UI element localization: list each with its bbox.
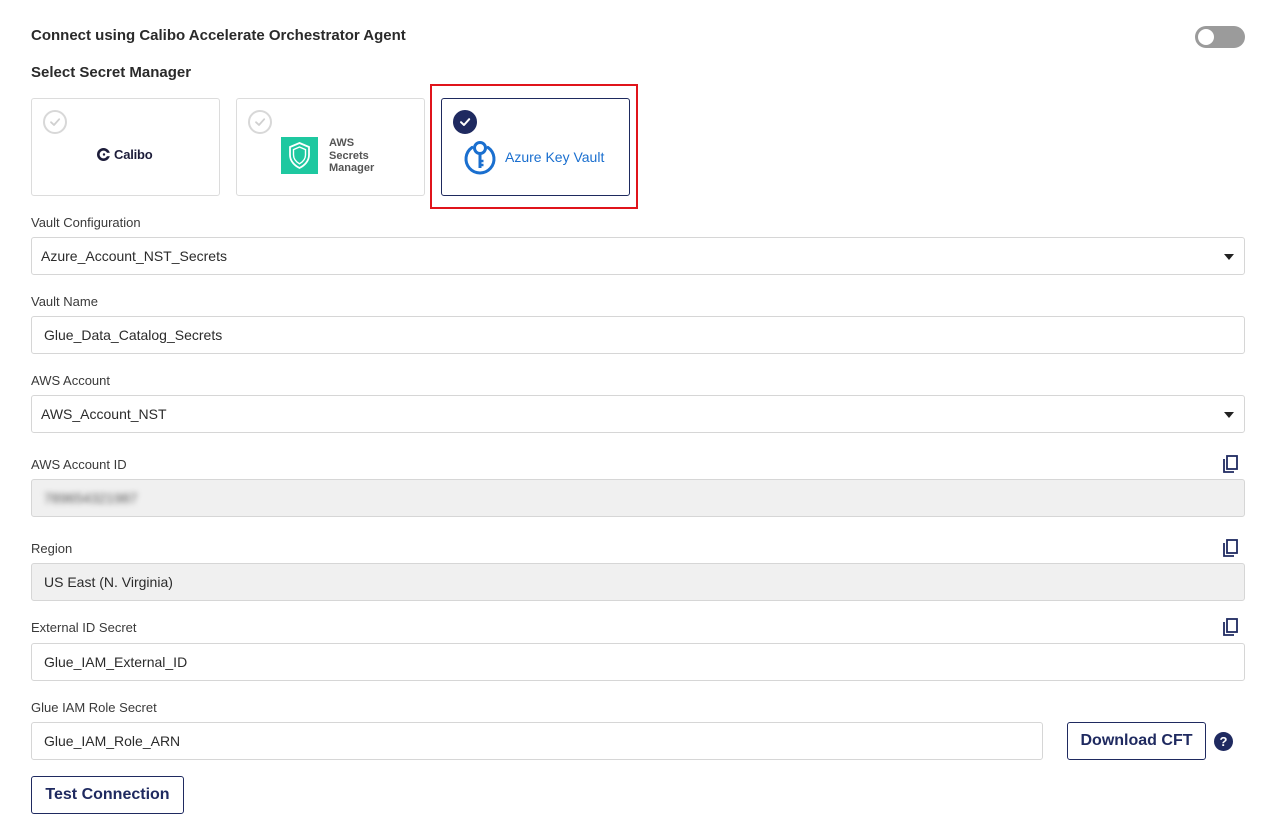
vault-name-input[interactable]: Glue_Data_Catalog_Secrets — [31, 316, 1245, 354]
key-vault-icon — [464, 141, 496, 175]
agent-connection-row: Connect using Calibo Accelerate Orchestr… — [31, 26, 1245, 48]
calibo-logo-text: Calibo — [114, 147, 153, 162]
download-cft-button[interactable]: Download CFT — [1067, 722, 1206, 760]
agent-connection-label: Connect using Calibo Accelerate Orchestr… — [31, 27, 406, 44]
check-icon — [43, 110, 67, 134]
vault-name-value: Glue_Data_Catalog_Secrets — [44, 327, 223, 343]
calibo-logo-icon — [97, 148, 111, 161]
toggle-knob — [1198, 29, 1214, 45]
glue-iam-role-secret-label: Glue IAM Role Secret — [31, 700, 157, 715]
vault-name-label: Vault Name — [31, 294, 98, 309]
calibo-logo: Calibo — [96, 147, 153, 162]
secret-manager-title: Select Secret Manager — [31, 64, 192, 81]
aws-account-id-field: 789654321987 — [31, 479, 1245, 517]
aws-account-select[interactable]: AWS_Account_NST — [31, 395, 1245, 433]
region-field: US East (N. Virginia) — [31, 563, 1245, 601]
aws-shield-icon — [281, 137, 318, 175]
copy-icon[interactable] — [1220, 617, 1240, 637]
azure-key-vault-text: Azure Key Vault — [505, 149, 605, 165]
secret-manager-card-calibo[interactable]: Calibo — [31, 98, 220, 196]
chevron-down-icon — [1224, 254, 1234, 260]
aws-account-value: AWS_Account_NST — [41, 406, 167, 422]
vault-configuration-label: Vault Configuration — [31, 215, 141, 230]
aws-account-id-label: AWS Account ID — [31, 457, 127, 472]
aws-account-id-value: 789654321987 — [44, 490, 138, 506]
copy-icon[interactable] — [1220, 538, 1240, 558]
external-id-secret-label: External ID Secret — [31, 620, 137, 635]
check-icon — [248, 110, 272, 134]
vault-configuration-select[interactable]: Azure_Account_NST_Secrets — [31, 237, 1245, 275]
agent-connection-toggle[interactable] — [1195, 26, 1245, 48]
copy-icon[interactable] — [1220, 454, 1240, 474]
chevron-down-icon — [1224, 412, 1234, 418]
glue-iam-role-secret-input[interactable]: Glue_IAM_Role_ARN — [31, 722, 1043, 760]
region-label: Region — [31, 541, 73, 556]
glue-iam-role-secret-value: Glue_IAM_Role_ARN — [44, 733, 181, 749]
vault-configuration-value: Azure_Account_NST_Secrets — [41, 248, 227, 264]
secret-manager-card-azure[interactable]: Azure Key Vault — [441, 98, 630, 196]
secret-manager-card-aws[interactable]: AWS Secrets Manager — [236, 98, 425, 196]
test-connection-button[interactable]: Test Connection — [31, 776, 184, 814]
region-value: US East (N. Virginia) — [44, 574, 173, 590]
external-id-secret-input[interactable]: Glue_IAM_External_ID — [31, 643, 1245, 681]
aws-secrets-manager-logo: AWS Secrets Manager — [281, 137, 374, 175]
aws-account-label: AWS Account — [31, 373, 110, 388]
external-id-secret-value: Glue_IAM_External_ID — [44, 654, 188, 670]
aws-secrets-manager-text: AWS Secrets Manager — [329, 137, 375, 174]
help-icon[interactable]: ? — [1214, 732, 1233, 751]
check-icon — [453, 110, 477, 134]
azure-key-vault-logo: Azure Key Vault — [462, 139, 604, 175]
